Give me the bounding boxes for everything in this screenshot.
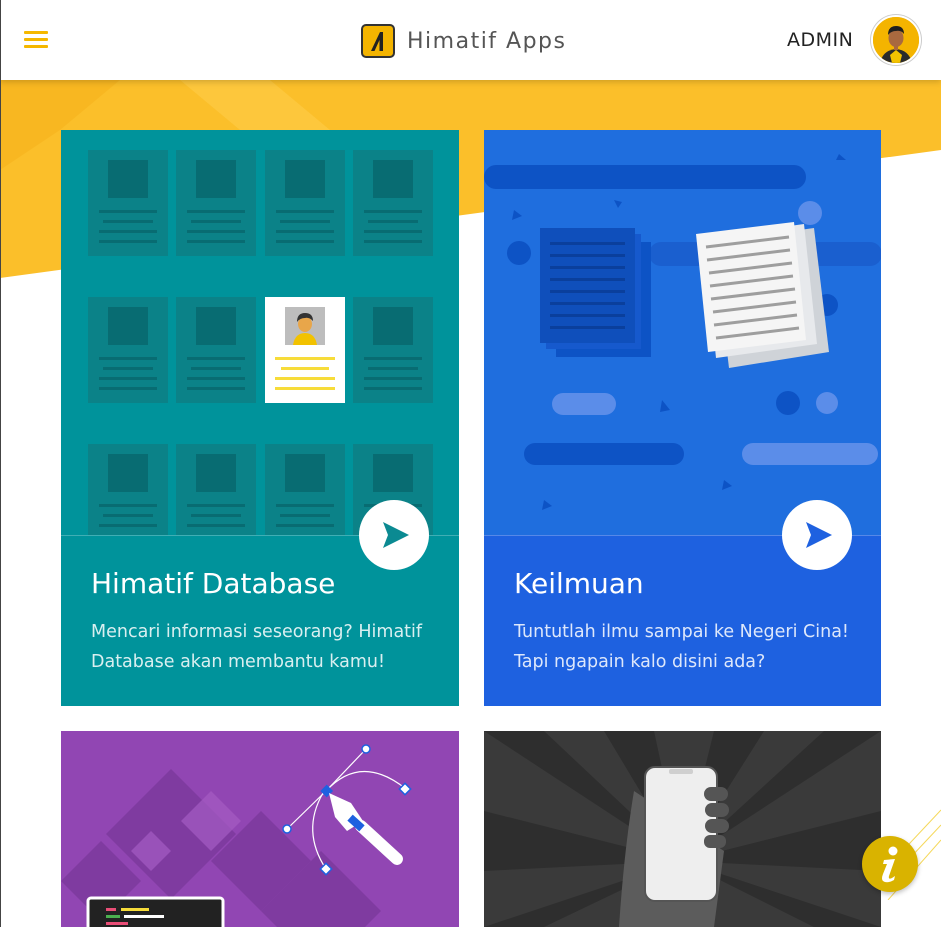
top-app-bar: Himatif Apps ADMIN (0, 0, 941, 80)
user-avatar[interactable] (871, 15, 921, 65)
card-title: Himatif Database (91, 567, 336, 600)
play-arrow-icon (383, 522, 409, 548)
database-illustration (61, 130, 459, 535)
card-design[interactable] (61, 731, 459, 927)
hamburger-menu-icon[interactable] (24, 31, 48, 49)
open-himatif-database-button[interactable] (359, 500, 429, 570)
card-himatif-database[interactable]: Himatif Database Mencari informasi seseo… (61, 130, 459, 706)
window-border (0, 0, 1, 927)
info-icon (882, 846, 898, 883)
app-brand[interactable]: Himatif Apps (361, 22, 567, 60)
card-description: Tuntutlah ilmu sampai ke Negeri Cina! Ta… (514, 622, 849, 672)
app-title: Himatif Apps (407, 28, 567, 54)
card-description: Mencari informasi seseorang? Himatif Dat… (91, 622, 423, 672)
info-button[interactable] (862, 836, 918, 892)
user-name[interactable]: ADMIN (787, 29, 853, 51)
keilmuan-illustration (484, 130, 881, 535)
card-keilmuan[interactable]: Keilmuan Tuntutlah ilmu sampai ke Negeri… (484, 130, 881, 706)
open-keilmuan-button[interactable] (782, 500, 852, 570)
card-title: Keilmuan (514, 567, 644, 600)
mobile-illustration (484, 731, 881, 927)
play-arrow-icon (806, 522, 832, 548)
card-mobile[interactable] (484, 731, 881, 927)
app-logo-icon (361, 24, 395, 58)
design-illustration (61, 731, 459, 927)
